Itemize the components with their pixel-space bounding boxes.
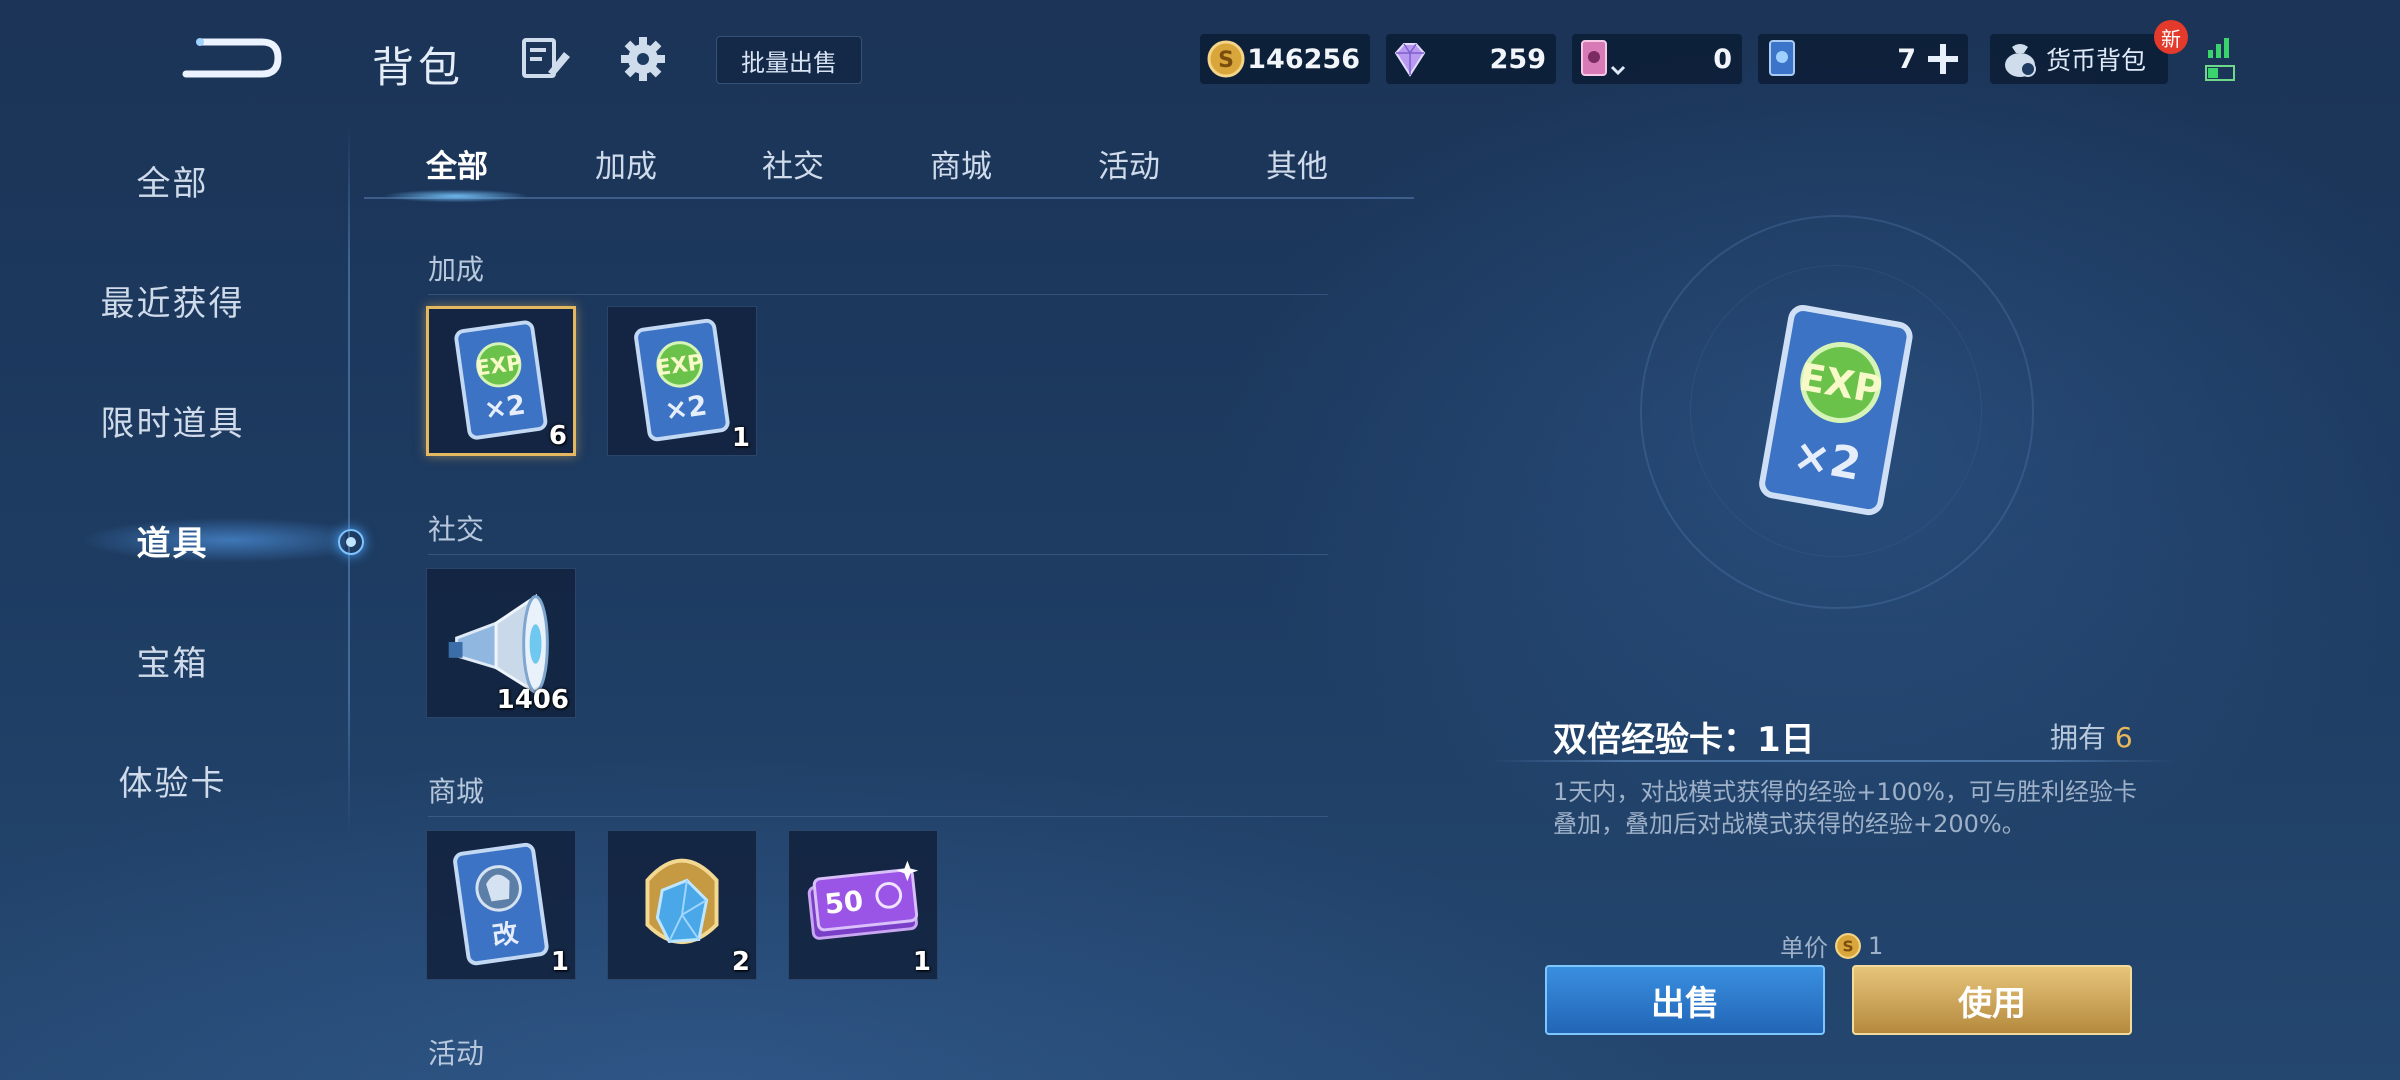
back-arrow-icon <box>182 38 282 78</box>
edit-button[interactable] <box>520 34 572 82</box>
sidebar-item-trial-cards[interactable]: 体验卡 <box>0 745 345 815</box>
section-title-shop: 商城 <box>428 775 485 808</box>
blue-card-balance[interactable]: 7 <box>1758 34 1968 84</box>
sidebar-item-chests[interactable]: 宝箱 <box>0 625 345 695</box>
tab-active-indicator <box>364 190 549 202</box>
svg-text:50: 50 <box>823 884 865 921</box>
item-exp-card-alt[interactable]: EXP ×2 1 <box>607 306 757 456</box>
tab-event[interactable]: 活动 <box>1054 138 1204 188</box>
gold-coin-balance: S 146256 <box>1200 34 1370 84</box>
item-ticket-50[interactable]: 50 1 <box>788 830 938 980</box>
use-button[interactable]: 使用 <box>1852 965 2132 1035</box>
diamond-icon <box>1394 43 1426 77</box>
item-detail-name: 双倍经验卡：1日 <box>1553 720 1815 760</box>
svg-text:S: S <box>1842 937 1853 955</box>
new-badge: 新 <box>2154 20 2188 54</box>
svg-text:S: S <box>1218 48 1234 73</box>
item-crystal-gem[interactable]: 2 <box>607 830 757 980</box>
section-divider <box>428 554 1328 555</box>
tab-other[interactable]: 其他 <box>1222 138 1372 188</box>
sell-button[interactable]: 出售 <box>1545 965 1825 1035</box>
blue-card-icon <box>1769 40 1795 76</box>
gold-coin-icon: S <box>1207 40 1245 78</box>
pink-card-icon <box>1581 40 1626 76</box>
svg-text:×2: ×2 <box>482 390 527 426</box>
section-title-boost: 加成 <box>428 253 485 286</box>
sidebar-active-indicator <box>338 529 364 555</box>
add-icon[interactable] <box>1926 42 1960 76</box>
item-detail-description: 1天内，对战模式获得的经验+100%，可与胜利经验卡叠加，叠加后对战模式获得的经… <box>1553 778 2137 838</box>
edit-icon <box>522 38 570 78</box>
currency-bag-button[interactable]: 货币背包 <box>1990 34 2168 84</box>
item-exp-card-1day[interactable]: EXP ×2 6 <box>426 306 576 456</box>
detail-divider <box>1490 760 2175 762</box>
item-megaphone[interactable]: 1406 <box>426 568 576 718</box>
sidebar-item-limited[interactable]: 限时道具 <box>0 385 345 455</box>
tab-social[interactable]: 社交 <box>718 138 868 188</box>
tab-boost[interactable]: 加成 <box>551 138 701 188</box>
unit-price: 单价 S 1 <box>1780 931 1884 963</box>
settings-button[interactable] <box>618 34 668 84</box>
svg-text:改: 改 <box>490 918 520 952</box>
detail-exp-double-card-icon: EXP ×2 <box>1759 305 1913 516</box>
pink-card-balance[interactable]: 0 <box>1572 34 1742 84</box>
tab-all[interactable]: 全部 <box>382 138 532 188</box>
tab-shop[interactable]: 商城 <box>886 138 1036 188</box>
sidebar-item-props[interactable]: 道具 <box>0 505 345 575</box>
sidebar-item-recent[interactable]: 最近获得 <box>0 265 345 335</box>
svg-text:×2: ×2 <box>662 388 709 427</box>
gear-icon <box>621 37 665 81</box>
bulk-sell-button[interactable]: 批量出售 <box>716 36 862 84</box>
section-divider <box>428 816 1328 817</box>
diamond-balance: 259 <box>1386 34 1556 84</box>
sidebar-item-all[interactable]: 全部 <box>0 145 345 215</box>
section-divider <box>428 294 1328 295</box>
item-rename-card[interactable]: 改 1 <box>426 830 576 980</box>
gold-coin-icon: S <box>1835 932 1861 959</box>
section-title-social: 社交 <box>428 513 485 546</box>
signal-battery-icon <box>2205 38 2235 81</box>
section-title-event: 活动 <box>428 1037 485 1070</box>
owned-count: 拥有 6 <box>2050 721 2133 754</box>
money-bag-icon <box>2005 44 2036 77</box>
back-button[interactable] <box>170 28 290 88</box>
sidebar-divider <box>348 125 350 835</box>
page-title: 背包 <box>372 43 465 92</box>
